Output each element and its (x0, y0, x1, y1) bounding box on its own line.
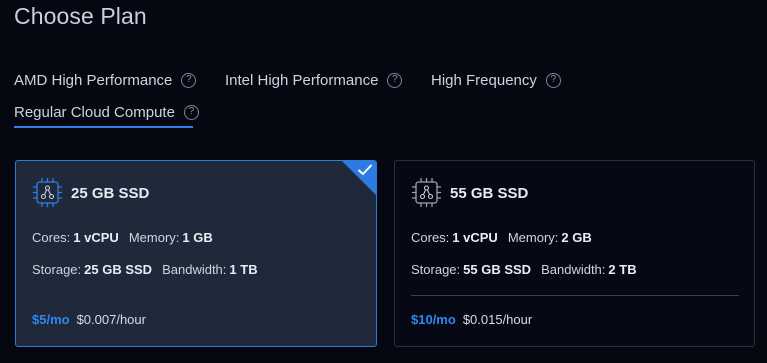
bandwidth-value: 2 TB (608, 262, 637, 277)
cores-label: Cores: (32, 230, 71, 245)
storage-label: Storage: (411, 262, 461, 277)
tab-intel-high-performance[interactable]: Intel High Performance ? (225, 69, 403, 91)
plan-card-25gb[interactable]: 25 GB SSD Cores: 1 vCPU Memory: 1 GB Storag… (15, 160, 377, 347)
checkmark-icon (358, 164, 372, 175)
cores-label: Cores: (411, 230, 450, 245)
price-per-hour: $0.015/hour (462, 312, 533, 327)
page-title: Choose Plan (14, 3, 147, 29)
plan-price: $10/mo $0.015/hour (411, 312, 532, 327)
storage-value: 25 GB SSD (84, 262, 153, 277)
spec-row-storage-bandwidth: Storage: 25 GB SSD Bandwidth: 1 TB (32, 262, 258, 277)
bandwidth-label: Bandwidth: (162, 262, 227, 277)
price-per-hour: $0.007/hour (76, 312, 146, 327)
memory-label: Memory: (128, 230, 180, 245)
spec-row-cores-memory: Cores: 1 vCPU Memory: 2 GB (411, 230, 592, 245)
choose-plan-page: Choose Plan AMD High Performance ? Intel… (0, 0, 767, 363)
active-tab-indicator (14, 126, 193, 128)
plan-price: $5/mo $0.007/hour (32, 312, 146, 327)
spec-row-storage-bandwidth: Storage: 55 GB SSD Bandwidth: 2 TB (411, 262, 637, 277)
bandwidth-value: 1 TB (229, 262, 258, 277)
card-divider (411, 295, 739, 296)
plan-card-55gb[interactable]: 55 GB SSD Cores: 1 vCPU Memory: 2 GB Storag… (394, 160, 755, 347)
help-icon[interactable]: ? (545, 72, 561, 88)
plan-name: 55 GB SSD (450, 185, 529, 202)
cpu-chip-icon (411, 177, 442, 208)
tab-label: Regular Cloud Compute (14, 103, 175, 121)
storage-value: 55 GB SSD (463, 262, 532, 277)
tab-regular-cloud-compute[interactable]: Regular Cloud Compute ? (14, 101, 199, 123)
price-per-month: $5/mo (32, 312, 70, 327)
plan-name: 25 GB SSD (71, 185, 150, 202)
memory-value: 1 GB (182, 230, 213, 245)
tab-high-frequency[interactable]: High Frequency ? (431, 69, 561, 91)
spec-row-cores-memory: Cores: 1 vCPU Memory: 1 GB (32, 230, 213, 245)
cpu-chip-icon (32, 177, 63, 208)
cores-value: 1 vCPU (73, 230, 119, 245)
memory-value: 2 GB (561, 230, 592, 245)
tab-label: High Frequency (431, 71, 537, 89)
tab-label: Intel High Performance (225, 71, 379, 89)
help-icon[interactable]: ? (181, 72, 197, 88)
bandwidth-label: Bandwidth: (541, 262, 606, 277)
tab-amd-high-performance[interactable]: AMD High Performance ? (14, 69, 197, 91)
price-per-month: $10/mo (411, 312, 456, 327)
cores-value: 1 vCPU (452, 230, 498, 245)
storage-label: Storage: (32, 262, 82, 277)
tab-label: AMD High Performance (14, 71, 173, 89)
help-icon[interactable]: ? (183, 104, 199, 120)
memory-label: Memory: (507, 230, 559, 245)
help-icon[interactable]: ? (387, 72, 403, 88)
